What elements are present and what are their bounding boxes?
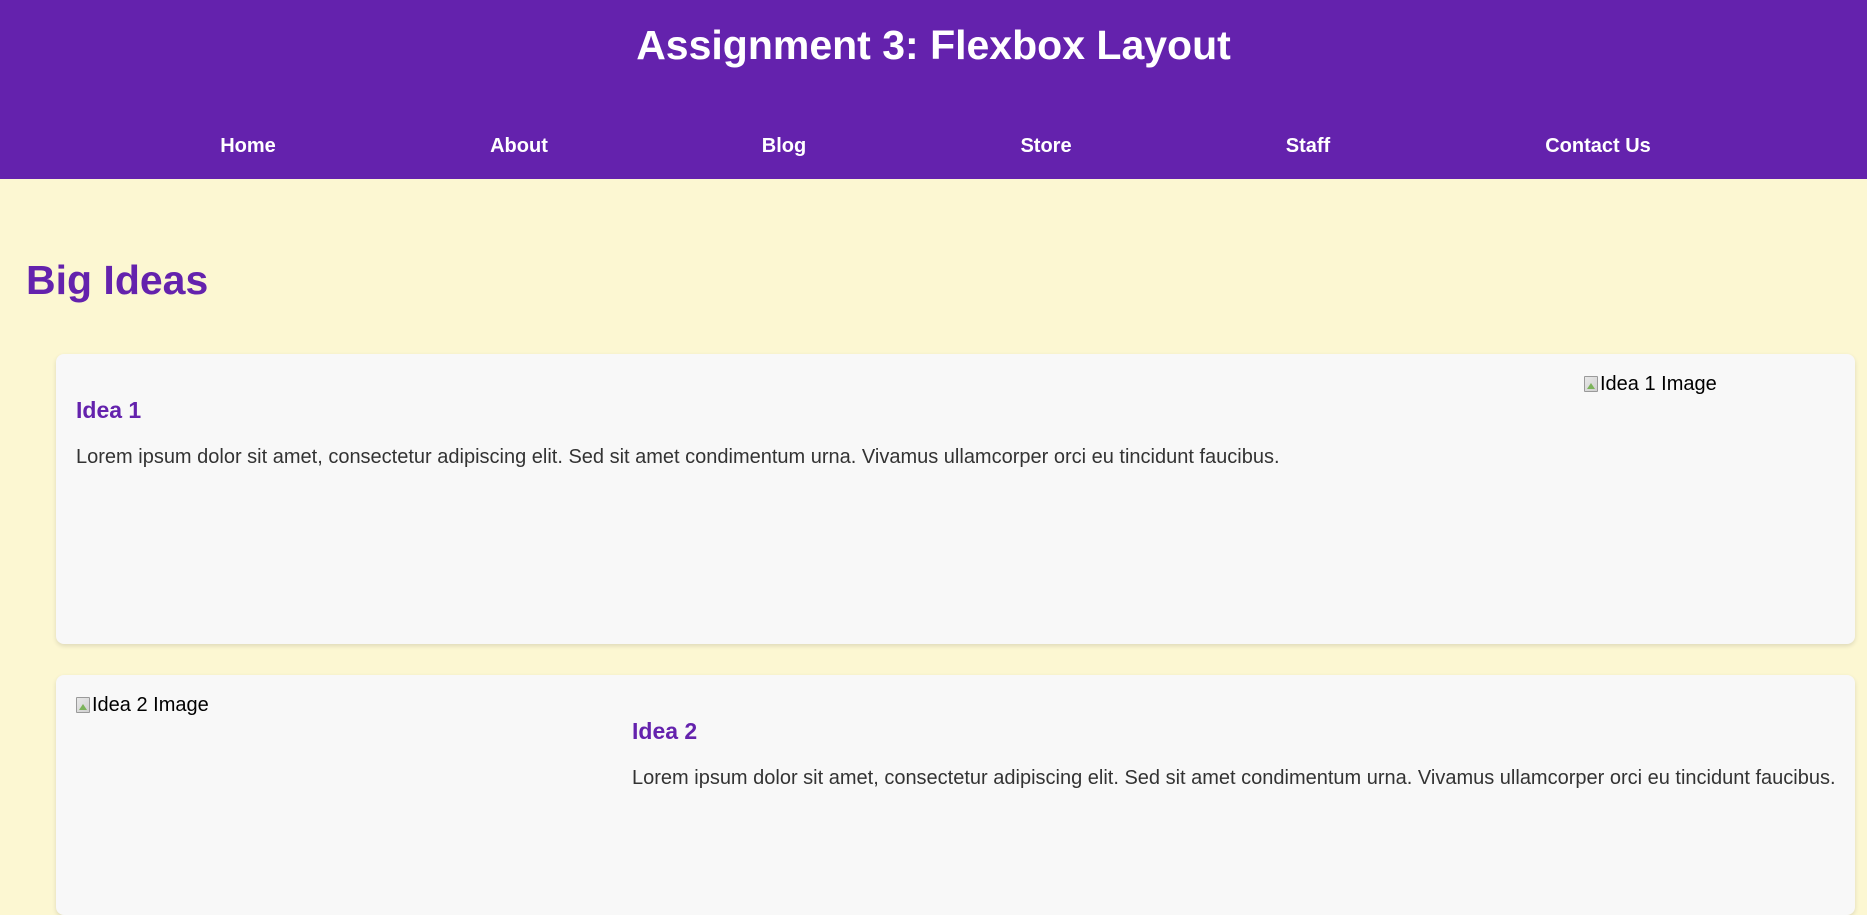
- nav-link-staff[interactable]: Staff: [1286, 134, 1330, 158]
- idea-card-1: Idea 1 Lorem ipsum dolor sit amet, conse…: [56, 354, 1855, 644]
- nav-link-home[interactable]: Home: [220, 134, 276, 158]
- broken-image-icon: [76, 697, 90, 713]
- broken-image-icon: [1584, 376, 1598, 392]
- idea-1-text: Lorem ipsum dolor sit amet, consectetur …: [76, 446, 1280, 468]
- idea-2-image: Idea 2 Image: [76, 693, 209, 717]
- site-header: Assignment 3: Flexbox Layout Home About …: [0, 0, 1867, 179]
- idea-2-title: Idea 2: [632, 718, 698, 744]
- idea-card-2: Idea 2 Image Idea 2 Lorem ipsum dolor si…: [56, 675, 1855, 915]
- idea-1-image-alt: Idea 1 Image: [1600, 373, 1717, 395]
- nav-link-contact-us[interactable]: Contact Us: [1545, 134, 1651, 158]
- section-title: Big Ideas: [26, 257, 209, 303]
- idea-2-image-alt: Idea 2 Image: [92, 694, 209, 716]
- page-title: Assignment 3: Flexbox Layout: [636, 22, 1231, 68]
- nav-link-store[interactable]: Store: [1020, 134, 1071, 158]
- nav-link-about[interactable]: About: [490, 134, 548, 158]
- idea-1-title: Idea 1: [76, 397, 142, 423]
- idea-1-image: Idea 1 Image: [1584, 372, 1717, 396]
- idea-2-text: Lorem ipsum dolor sit amet, consectetur …: [632, 767, 1836, 789]
- nav-link-blog[interactable]: Blog: [762, 134, 806, 158]
